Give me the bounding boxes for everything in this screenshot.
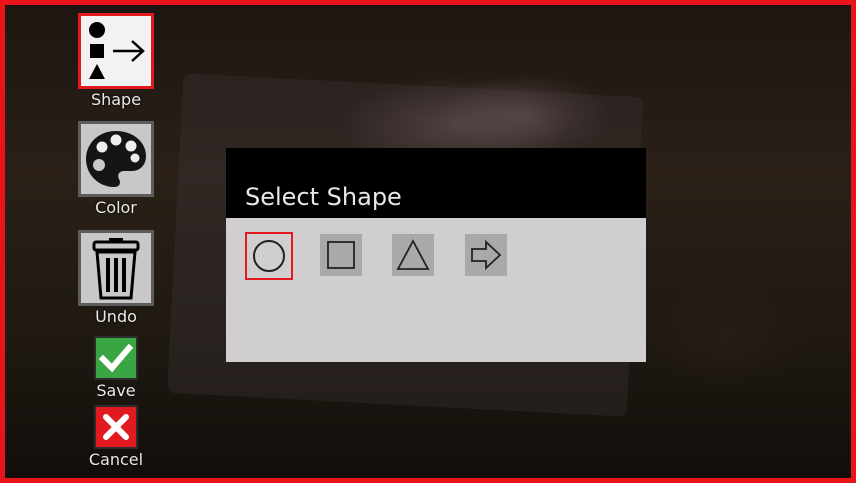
color-label: Color	[95, 198, 137, 217]
circle-icon	[253, 240, 285, 272]
shape-button[interactable]	[78, 13, 154, 89]
close-icon	[103, 414, 129, 440]
palette-icon	[86, 131, 146, 187]
cancel-tool[interactable]: Cancel	[75, 405, 157, 469]
undo-tool[interactable]: Undo	[75, 230, 157, 326]
color-button[interactable]	[78, 121, 154, 197]
cancel-button[interactable]	[94, 405, 138, 449]
shape-tool[interactable]: Shape	[75, 13, 157, 109]
shape-label: Shape	[90, 90, 142, 109]
save-label: Save	[96, 381, 136, 400]
checkmark-icon	[98, 343, 134, 373]
undo-button[interactable]	[78, 230, 154, 306]
arrow-right-icon	[471, 239, 502, 271]
trash-icon	[92, 238, 140, 300]
undo-label: Undo	[95, 307, 137, 326]
square-option[interactable]	[320, 234, 362, 276]
save-button[interactable]	[94, 336, 138, 380]
save-tool[interactable]: Save	[75, 336, 157, 400]
triangle-option[interactable]	[392, 234, 434, 276]
dialog-title: Select Shape	[226, 148, 646, 218]
shape-options	[226, 218, 646, 280]
triangle-icon	[396, 239, 430, 270]
square-icon	[327, 241, 355, 269]
select-shape-dialog: Select Shape	[226, 148, 646, 362]
arrow-option[interactable]	[465, 234, 507, 276]
color-tool[interactable]: Color	[75, 121, 157, 217]
cancel-label: Cancel	[88, 450, 144, 469]
circle-option[interactable]	[245, 232, 293, 280]
camera-view: Shape Color Undo Save Cancel Select Shap…	[0, 0, 856, 483]
shapes-icon	[89, 22, 145, 79]
